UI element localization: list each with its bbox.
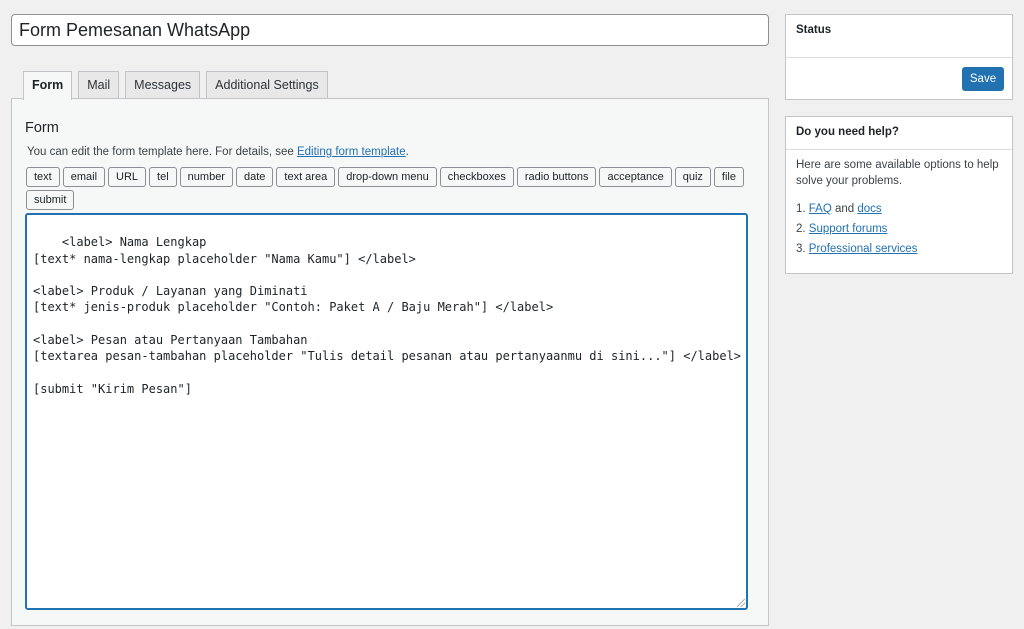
tag-button-quiz[interactable]: quiz [674, 167, 711, 187]
list-item: 1. FAQ and docs [796, 199, 917, 219]
tag-button-number[interactable]: number [179, 167, 233, 187]
status-divider [786, 57, 1012, 58]
tag-button-acceptance[interactable]: acceptance [599, 167, 672, 187]
resize-handle-icon[interactable] [737, 599, 745, 607]
tag-button-tel[interactable]: tel [149, 167, 177, 187]
save-button[interactable]: Save [962, 67, 1004, 91]
professional-services-link[interactable]: Professional services [809, 243, 918, 255]
tag-button-radio[interactable]: radio buttons [516, 167, 597, 187]
help-box-title: Do you need help? [796, 126, 899, 138]
form-panel-description: You can edit the form template here. For… [27, 146, 409, 158]
editor-tabs: Form Mail Messages Additional Settings [23, 71, 328, 100]
tag-button-textarea[interactable]: text area [276, 167, 336, 187]
tab-form[interactable]: Form [23, 71, 73, 100]
status-box-title: Status [796, 24, 832, 36]
list-item: 2. Support forums [796, 219, 917, 239]
list-item: 3. Professional services [796, 239, 917, 259]
tag-button-submit[interactable]: submit [26, 190, 75, 210]
help-box: Do you need help? Here are some availabl… [785, 116, 1013, 274]
help-box-text: Here are some available options to help … [796, 159, 999, 187]
docs-link[interactable]: docs [857, 203, 881, 215]
tag-button-url[interactable]: URL [108, 167, 147, 187]
description-end: . [405, 146, 409, 158]
help-options-list: 1. FAQ and docs 2. Support forums 3. Pro… [796, 199, 917, 259]
tab-mail[interactable]: Mail [78, 71, 120, 99]
form-panel: Form You can edit the form template here… [11, 98, 769, 626]
list-joiner: and [831, 203, 858, 215]
form-template-editor[interactable]: <label> Nama Lengkap [text* nama-lengkap… [25, 213, 748, 610]
help-divider [786, 149, 1012, 150]
list-number: 1. [796, 203, 806, 215]
tab-messages[interactable]: Messages [125, 71, 201, 99]
list-number: 2. [796, 223, 806, 235]
tag-button-text[interactable]: text [26, 167, 60, 187]
tab-additional-settings[interactable]: Additional Settings [206, 71, 328, 99]
form-panel-heading: Form [25, 120, 59, 136]
support-forums-link[interactable]: Support forums [809, 223, 888, 235]
status-box: Status Save [785, 14, 1013, 100]
tag-generator-buttons: text email URL tel number date text area… [26, 167, 746, 210]
tag-button-email[interactable]: email [62, 167, 106, 187]
tag-button-file[interactable]: file [713, 167, 744, 187]
tag-button-date[interactable]: date [235, 167, 274, 187]
list-number: 3. [796, 243, 806, 255]
faq-link[interactable]: FAQ [809, 203, 832, 215]
form-title-input[interactable] [11, 14, 769, 46]
description-text: You can edit the form template here. For… [27, 146, 297, 158]
form-template-code: <label> Nama Lengkap [text* nama-lengkap… [33, 235, 742, 396]
editing-form-template-link[interactable]: Editing form template [297, 146, 406, 158]
tag-button-dropdown[interactable]: drop-down menu [338, 167, 437, 187]
tag-button-checkboxes[interactable]: checkboxes [439, 167, 514, 187]
